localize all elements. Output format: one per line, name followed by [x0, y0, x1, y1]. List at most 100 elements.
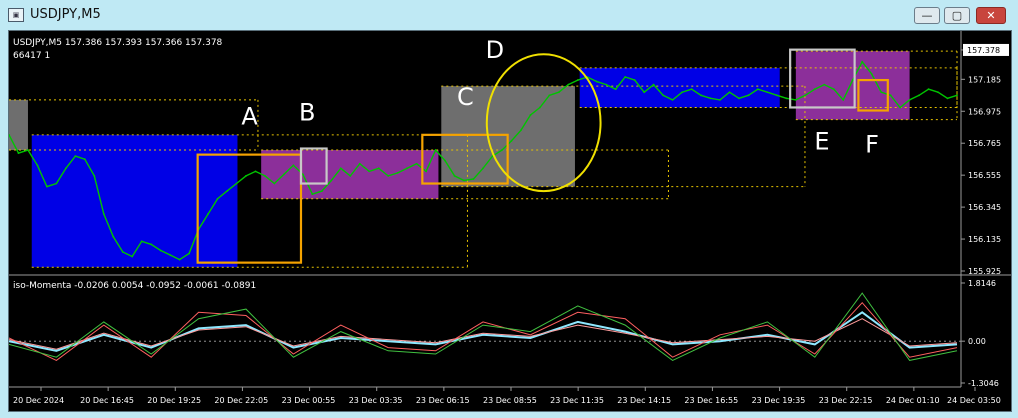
price-point	[567, 83, 570, 86]
price-point	[662, 94, 665, 97]
price-point	[463, 179, 465, 182]
time-tick-label: 20 Dec 19:25	[147, 396, 201, 405]
time-tick-label: 23 Dec 00:55	[282, 396, 336, 405]
time-tick-label: 20 Dec 16:45	[80, 396, 134, 405]
title-bar[interactable]: ▣ USDJPY,M5 — ▢ ✕	[0, 0, 1018, 30]
price-point	[728, 91, 731, 94]
price-point	[46, 185, 48, 188]
time-tick-label: 20 Dec 22:05	[214, 396, 268, 405]
price-point	[804, 94, 807, 97]
price-tick-label: 155.925	[968, 267, 1001, 276]
price-point	[425, 170, 428, 173]
price-point	[216, 197, 219, 200]
price-point	[406, 167, 409, 170]
annotation-label-E: E	[814, 127, 829, 155]
annotation-label-D: D	[486, 36, 504, 64]
price-point	[415, 162, 418, 165]
price-point	[330, 179, 333, 182]
price-point	[235, 182, 238, 185]
time-tick-label: 23 Dec 08:55	[483, 396, 537, 405]
price-point	[377, 167, 380, 170]
price-point	[842, 98, 845, 101]
price-point	[254, 170, 257, 173]
price-point	[510, 140, 513, 142]
time-tick-label: 24 Dec 03:50	[947, 396, 1001, 405]
price-point	[956, 94, 958, 97]
price-point	[700, 94, 702, 97]
price-chart-svg[interactable]: A B C E F D 157.378 157.185 156.975 156.765 156.5…	[8, 31, 1011, 411]
chart-frame: A B C E F D 157.378 157.185 156.975 156.765 156.5…	[8, 30, 1012, 412]
price-tick-label: 156.765	[968, 139, 1001, 148]
annotation-label-C: C	[457, 83, 474, 111]
momentum-tick-label: 1.8146	[968, 279, 996, 288]
price-point	[709, 97, 712, 100]
price-point	[927, 88, 930, 91]
momentum-tick-label: -1.3046	[968, 379, 999, 388]
time-tick-label: 23 Dec 03:35	[349, 396, 403, 405]
price-point	[27, 149, 29, 151]
price-point	[245, 175, 247, 177]
price-point	[624, 76, 627, 78]
price-point	[766, 91, 769, 94]
price-point	[112, 235, 115, 238]
time-tick-label: 23 Dec 19:35	[752, 396, 806, 405]
price-tick-label: 156.555	[968, 171, 1001, 180]
price-point	[880, 91, 883, 94]
momentum-layer	[8, 292, 961, 361]
price-point	[681, 91, 683, 94]
maximize-button[interactable]: ▢	[944, 7, 970, 24]
price-point	[813, 88, 816, 91]
time-tick-label: 23 Dec 22:15	[819, 396, 873, 405]
price-point	[169, 254, 172, 256]
price-point	[557, 91, 560, 94]
time-tick-label: 20 Dec 2024	[13, 396, 64, 405]
price-point	[74, 155, 77, 158]
price-tick-label: 156.135	[968, 235, 1001, 244]
price-point	[719, 98, 721, 101]
price-point	[482, 167, 484, 170]
price-point	[121, 251, 124, 253]
price-point	[226, 190, 228, 193]
annotation-label-F: F	[865, 131, 879, 159]
price-point	[614, 88, 617, 91]
price-point	[368, 170, 371, 173]
zone-magenta-2	[261, 150, 439, 199]
price-point	[387, 175, 390, 177]
price-point	[349, 175, 352, 177]
time-tick-label: 23 Dec 14:15	[617, 396, 671, 405]
window-title: USDJPY,M5	[30, 7, 101, 22]
price-point	[36, 164, 39, 167]
price-point	[83, 158, 86, 161]
price-point	[548, 94, 551, 97]
price-point	[444, 159, 446, 162]
price-point	[178, 258, 181, 261]
annotation-label-B: B	[299, 99, 315, 127]
price-point	[775, 94, 778, 97]
price-point	[747, 94, 750, 97]
momentum-line-red	[8, 301, 958, 361]
price-point	[823, 83, 826, 86]
price-point	[207, 213, 209, 215]
price-tick-label: 156.975	[968, 107, 1001, 116]
chart-header: USDJPY,M5 157.386 157.393 157.366 157.37…	[13, 38, 223, 48]
price-point	[937, 91, 939, 94]
price-point	[870, 73, 873, 75]
price-point	[538, 106, 541, 109]
price-point	[908, 98, 911, 101]
price-axis: 157.378 157.185 156.975 156.765 156.555 156.3…	[961, 43, 1009, 276]
price-point	[264, 175, 266, 177]
zone-gray-0	[9, 99, 28, 151]
price-point	[396, 171, 399, 174]
time-tick-label: 24 Dec 01:10	[886, 396, 940, 405]
close-button[interactable]: ✕	[976, 7, 1006, 24]
close-icon: ✕	[986, 9, 996, 22]
price-tick-label: 157.185	[968, 75, 1001, 84]
price-point	[643, 91, 646, 94]
price-point	[918, 94, 920, 97]
minimize-button[interactable]: —	[914, 7, 940, 24]
price-point	[520, 129, 522, 132]
momentum-title: iso-Momenta -0.0206 0.0054 -0.0952 -0.00…	[13, 281, 256, 291]
price-point	[738, 97, 740, 100]
price-point	[150, 243, 153, 246]
price-point	[17, 152, 20, 154]
